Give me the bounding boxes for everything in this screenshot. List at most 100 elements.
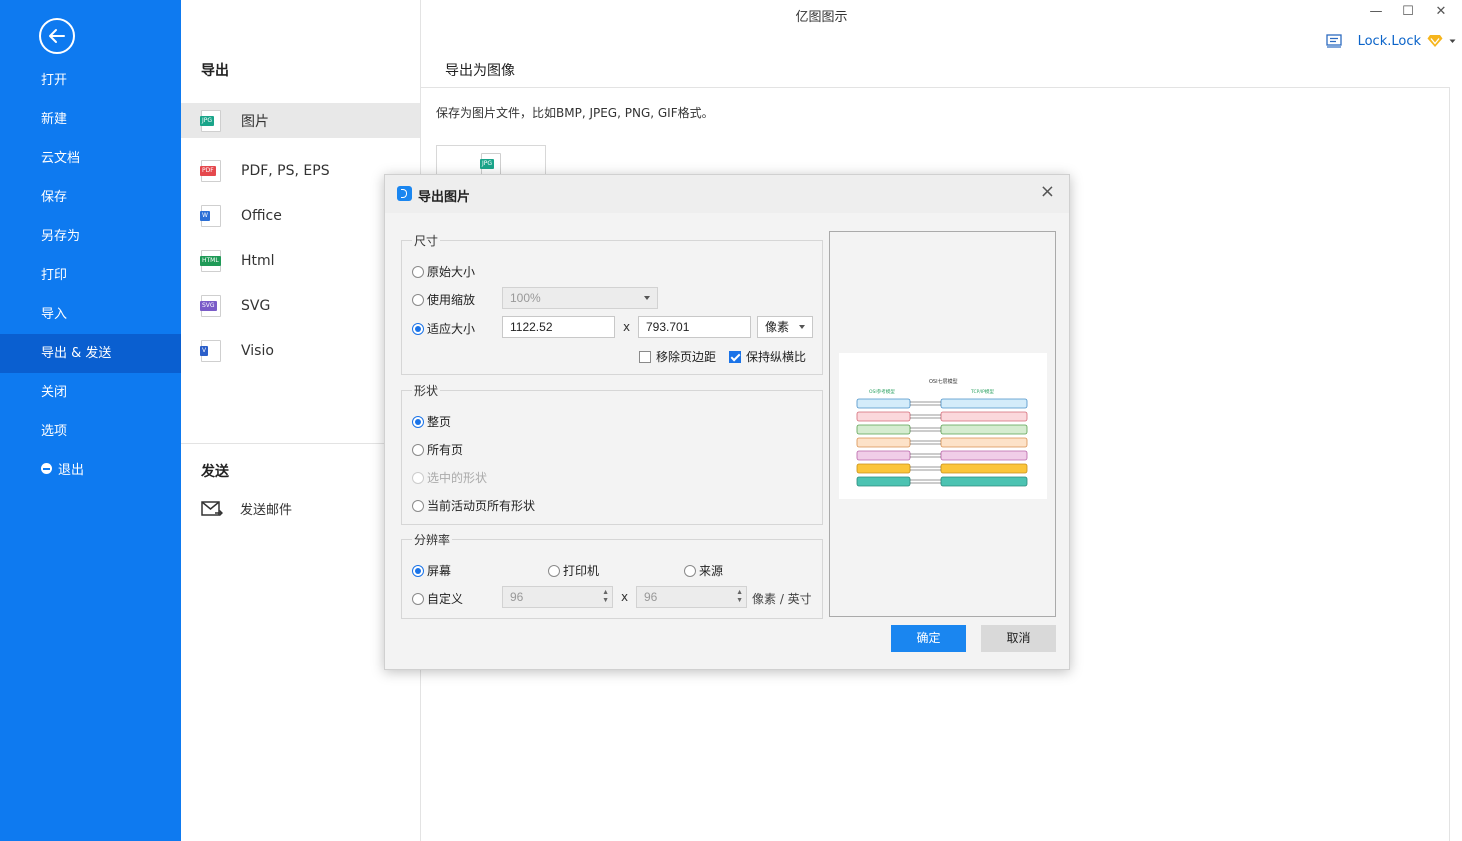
backstage-sidebar: 打开新建云文档保存另存为打印 导入 导出 & 发送关闭选项退出 bbox=[0, 0, 181, 841]
message-icon[interactable] bbox=[1325, 34, 1342, 48]
radio-button[interactable] bbox=[684, 564, 696, 577]
height-input[interactable]: 793.701 bbox=[638, 316, 751, 338]
sidebar-item-close[interactable]: 关闭 bbox=[0, 373, 181, 412]
export-format-label: Visio bbox=[241, 342, 274, 359]
close-window-icon[interactable]: ✕ bbox=[1431, 4, 1451, 19]
radio-button[interactable] bbox=[412, 322, 424, 335]
dpi-unit-label: 像素 / 英寸 bbox=[752, 592, 812, 606]
radio-button[interactable] bbox=[412, 415, 424, 428]
chevron-down-icon bbox=[644, 296, 650, 300]
all-pages-label: 所有页 bbox=[427, 443, 464, 457]
active-page-shapes-label: 当前活动页所有形状 bbox=[427, 499, 536, 513]
keep-ratio-option[interactable]: 保持纵横比 bbox=[729, 348, 806, 365]
remove-margin-label: 移除页边距 bbox=[656, 350, 717, 364]
sidebar-menu: 打开新建云文档保存另存为打印 导入 导出 & 发送关闭选项退出 bbox=[0, 61, 181, 490]
radio-button[interactable] bbox=[412, 265, 424, 278]
user-name[interactable]: Lock.Lock bbox=[1358, 34, 1421, 49]
remove-margin-option[interactable]: 移除页边距 bbox=[639, 348, 716, 365]
file-badge: W bbox=[200, 210, 210, 221]
sidebar-item-label: 另存为 bbox=[41, 229, 81, 244]
close-icon[interactable]: × bbox=[1040, 183, 1055, 201]
sidebar-item-label: 新建 bbox=[41, 112, 68, 127]
sidebar-item-saveas[interactable]: 另存为 bbox=[0, 217, 181, 256]
preview-right-box bbox=[940, 450, 1028, 461]
radio-button[interactable] bbox=[412, 499, 424, 512]
unit-select[interactable]: 像素 bbox=[757, 316, 813, 338]
source-option[interactable]: 来源 bbox=[684, 562, 723, 579]
file-badge: V bbox=[200, 345, 209, 356]
use-zoom-label: 使用缩放 bbox=[427, 293, 476, 307]
checkbox[interactable] bbox=[639, 350, 651, 363]
zoom-value: 100% bbox=[510, 291, 541, 305]
radio-button[interactable] bbox=[412, 293, 424, 306]
dpi-y-value: 96 bbox=[644, 590, 658, 604]
export-image-dialog: 导出图片 × 尺寸 原始大小 使用缩放 100% 适应大小 1122.52 x … bbox=[384, 174, 1070, 670]
use-zoom-option[interactable]: 使用缩放 bbox=[412, 291, 475, 308]
preview-right-box bbox=[940, 398, 1028, 409]
preview-right-box bbox=[940, 424, 1028, 435]
radio-button[interactable] bbox=[412, 592, 424, 605]
sidebar-item-label: 关闭 bbox=[41, 385, 68, 400]
file-badge: PDF bbox=[200, 165, 216, 176]
source-label: 来源 bbox=[699, 564, 724, 578]
ok-button[interactable]: 确定 bbox=[891, 625, 966, 652]
checkbox[interactable] bbox=[729, 350, 741, 363]
radio-button[interactable] bbox=[548, 564, 560, 577]
screen-option[interactable]: 屏幕 bbox=[412, 562, 451, 579]
sidebar-item-import[interactable]: 导入 bbox=[0, 295, 181, 334]
dpi-y-stepper[interactable]: 96 ▲ ▼ bbox=[636, 586, 747, 608]
original-size-option[interactable]: 原始大小 bbox=[412, 263, 475, 280]
stepper-arrows-icon[interactable]: ▲ ▼ bbox=[602, 589, 609, 605]
width-input[interactable]: 1122.52 bbox=[502, 316, 615, 338]
preview-right-box bbox=[940, 437, 1028, 448]
all-pages-option[interactable]: 所有页 bbox=[412, 441, 463, 458]
radio-button[interactable] bbox=[412, 564, 424, 577]
sidebar-item-options[interactable]: 选项 bbox=[0, 412, 181, 451]
preview-left-box bbox=[856, 398, 911, 409]
sidebar-item-new[interactable]: 新建 bbox=[0, 100, 181, 139]
preview-right-header: TCP/IP模型 bbox=[970, 388, 994, 395]
sidebar-item-export[interactable]: 导出 & 发送 bbox=[0, 334, 181, 373]
user-account[interactable]: Lock.Lock bbox=[1325, 32, 1456, 50]
active-page-shapes-option[interactable]: 当前活动页所有形状 bbox=[412, 497, 535, 514]
w-file-icon: W bbox=[200, 204, 221, 227]
sidebar-item-label: 保存 bbox=[41, 190, 68, 205]
sidebar-item-print[interactable]: 打印 bbox=[0, 256, 181, 295]
sidebar-item-cloud[interactable]: 云文档 bbox=[0, 139, 181, 178]
chevron-down-icon[interactable] bbox=[1449, 39, 1456, 44]
radio-button[interactable] bbox=[412, 443, 424, 456]
export-format-label: 图片 bbox=[241, 113, 269, 130]
export-format-label: Office bbox=[241, 207, 282, 224]
printer-option[interactable]: 打印机 bbox=[548, 562, 599, 579]
sidebar-item-exit[interactable]: 退出 bbox=[0, 451, 181, 490]
printer-label: 打印机 bbox=[563, 564, 600, 578]
export-format-item[interactable]: JPG 图片 bbox=[181, 103, 420, 138]
sidebar-item-label: 打开 bbox=[41, 73, 68, 88]
stepper-arrows-icon[interactable]: ▲ ▼ bbox=[736, 589, 743, 605]
send-email-item[interactable]: 发送邮件 bbox=[201, 499, 292, 518]
fit-size-label: 适应大小 bbox=[427, 322, 476, 336]
dialog-titlebar[interactable]: 导出图片 × bbox=[385, 175, 1069, 213]
sidebar-item-label: 选项 bbox=[41, 424, 68, 439]
maximize-icon[interactable]: ☐ bbox=[1398, 4, 1418, 19]
divider bbox=[421, 87, 1450, 88]
file-badge: SVG bbox=[200, 300, 217, 311]
sidebar-item-save[interactable]: 保存 bbox=[0, 178, 181, 217]
custom-option[interactable]: 自定义 bbox=[412, 590, 463, 607]
minimize-icon[interactable]: — bbox=[1366, 4, 1386, 19]
zoom-select[interactable]: 100% bbox=[502, 287, 658, 309]
dpi-x-stepper[interactable]: 96 ▲ ▼ bbox=[502, 586, 613, 608]
preview-diagram: OSI七层模型 OSI参考模型 TCP/IP模型 bbox=[856, 378, 1028, 487]
file-badge: JPG bbox=[480, 159, 495, 169]
export-format-label: PDF, PS, EPS bbox=[241, 162, 330, 179]
sidebar-item-open[interactable]: 打开 bbox=[0, 61, 181, 100]
fit-size-option[interactable]: 适应大小 bbox=[412, 320, 475, 337]
back-arrow-icon[interactable] bbox=[39, 18, 75, 54]
export-heading: 导出 bbox=[201, 63, 229, 79]
whole-page-option[interactable]: 整页 bbox=[412, 413, 451, 430]
content-heading: 导出为图像 bbox=[445, 63, 515, 79]
cancel-button[interactable]: 取消 bbox=[981, 625, 1056, 652]
app-logo-icon bbox=[397, 186, 412, 201]
preview-right-box bbox=[940, 411, 1028, 422]
v-file-icon: V bbox=[200, 339, 221, 362]
